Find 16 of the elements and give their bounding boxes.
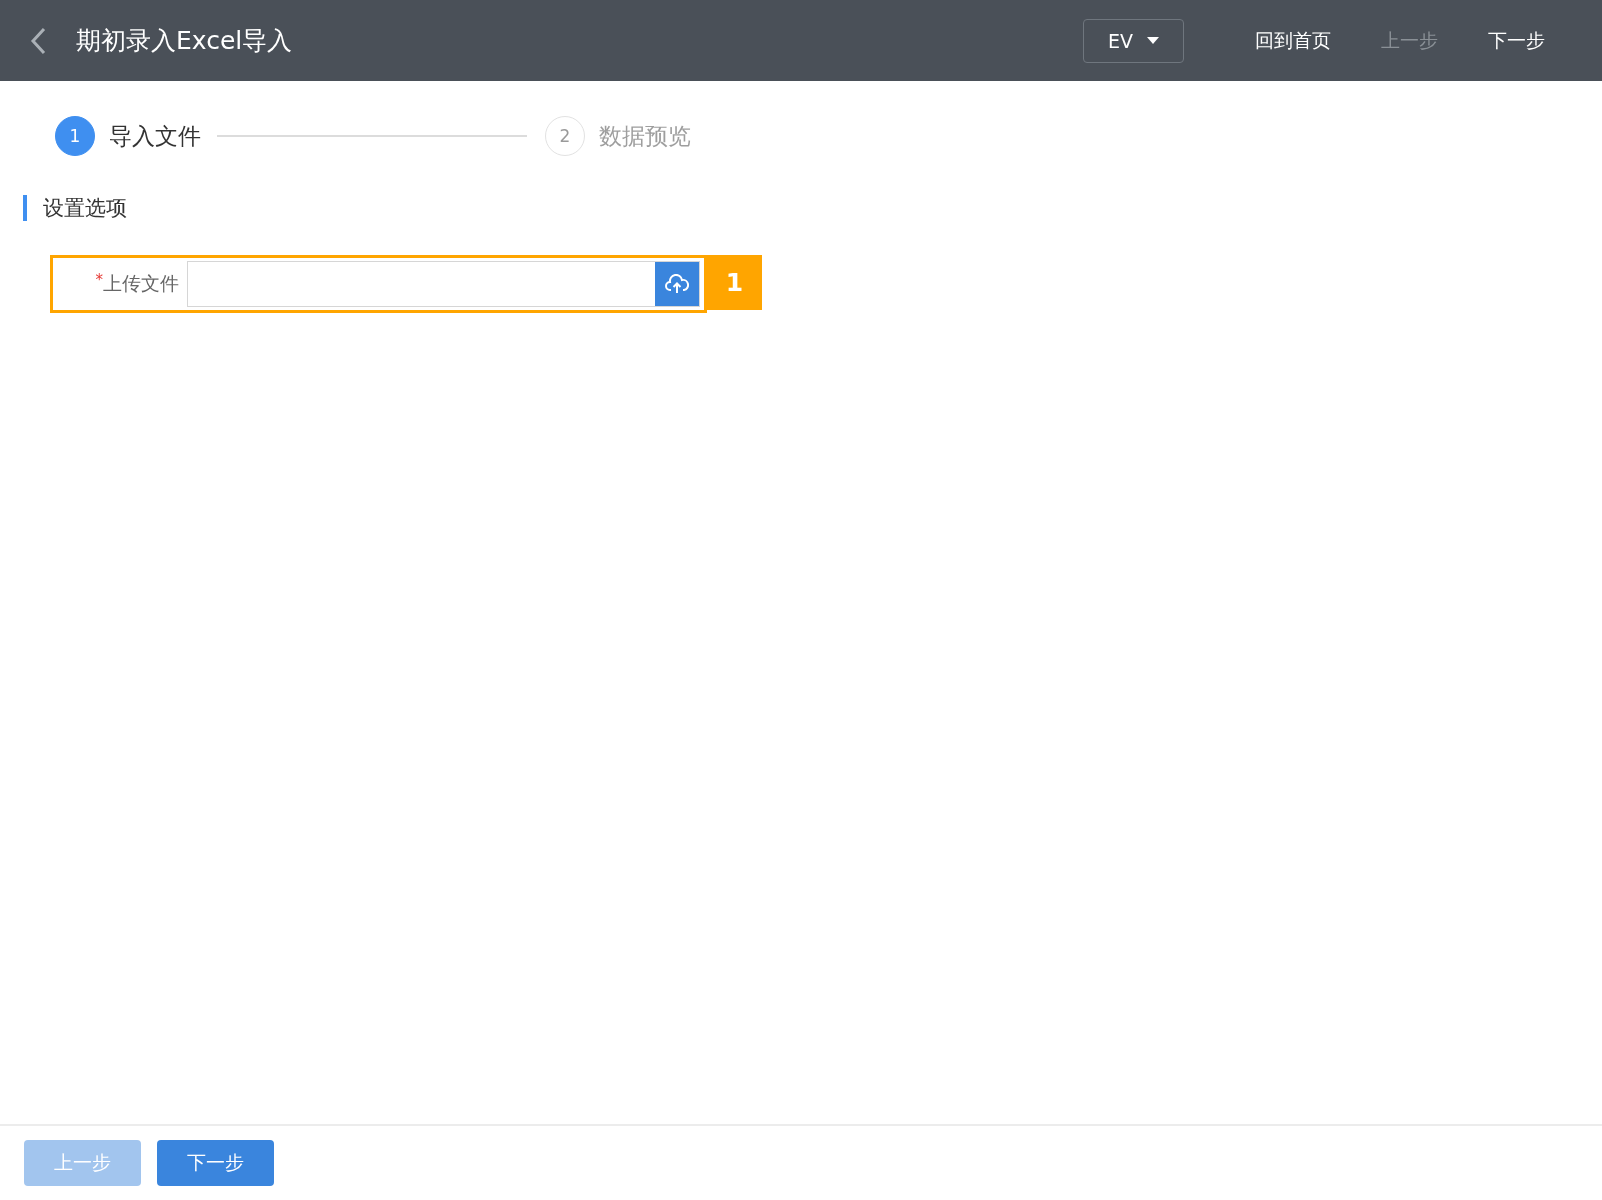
- header-link[interactable]: 下一步: [1473, 27, 1560, 54]
- step-label: 数据预览: [599, 121, 691, 151]
- back-chevron-icon[interactable]: [30, 26, 46, 55]
- step-button[interactable]: 下一步: [157, 1140, 274, 1186]
- section-title: 设置选项: [23, 195, 1602, 221]
- cloud-upload-icon: [665, 274, 689, 294]
- step-label: 导入文件: [109, 121, 201, 151]
- upload-field[interactable]: [187, 261, 700, 307]
- caret-icon: [1147, 37, 1159, 44]
- page-title: 期初录入Excel导入: [76, 25, 293, 57]
- field-label: *上传文件: [94, 271, 180, 296]
- step-number: 1: [55, 116, 95, 156]
- scope-dropdown[interactable]: EV: [1083, 18, 1184, 63]
- header-link[interactable]: 回到首页: [1240, 27, 1346, 54]
- upload-button[interactable]: [655, 262, 699, 306]
- annotation-badge: 1: [707, 255, 762, 310]
